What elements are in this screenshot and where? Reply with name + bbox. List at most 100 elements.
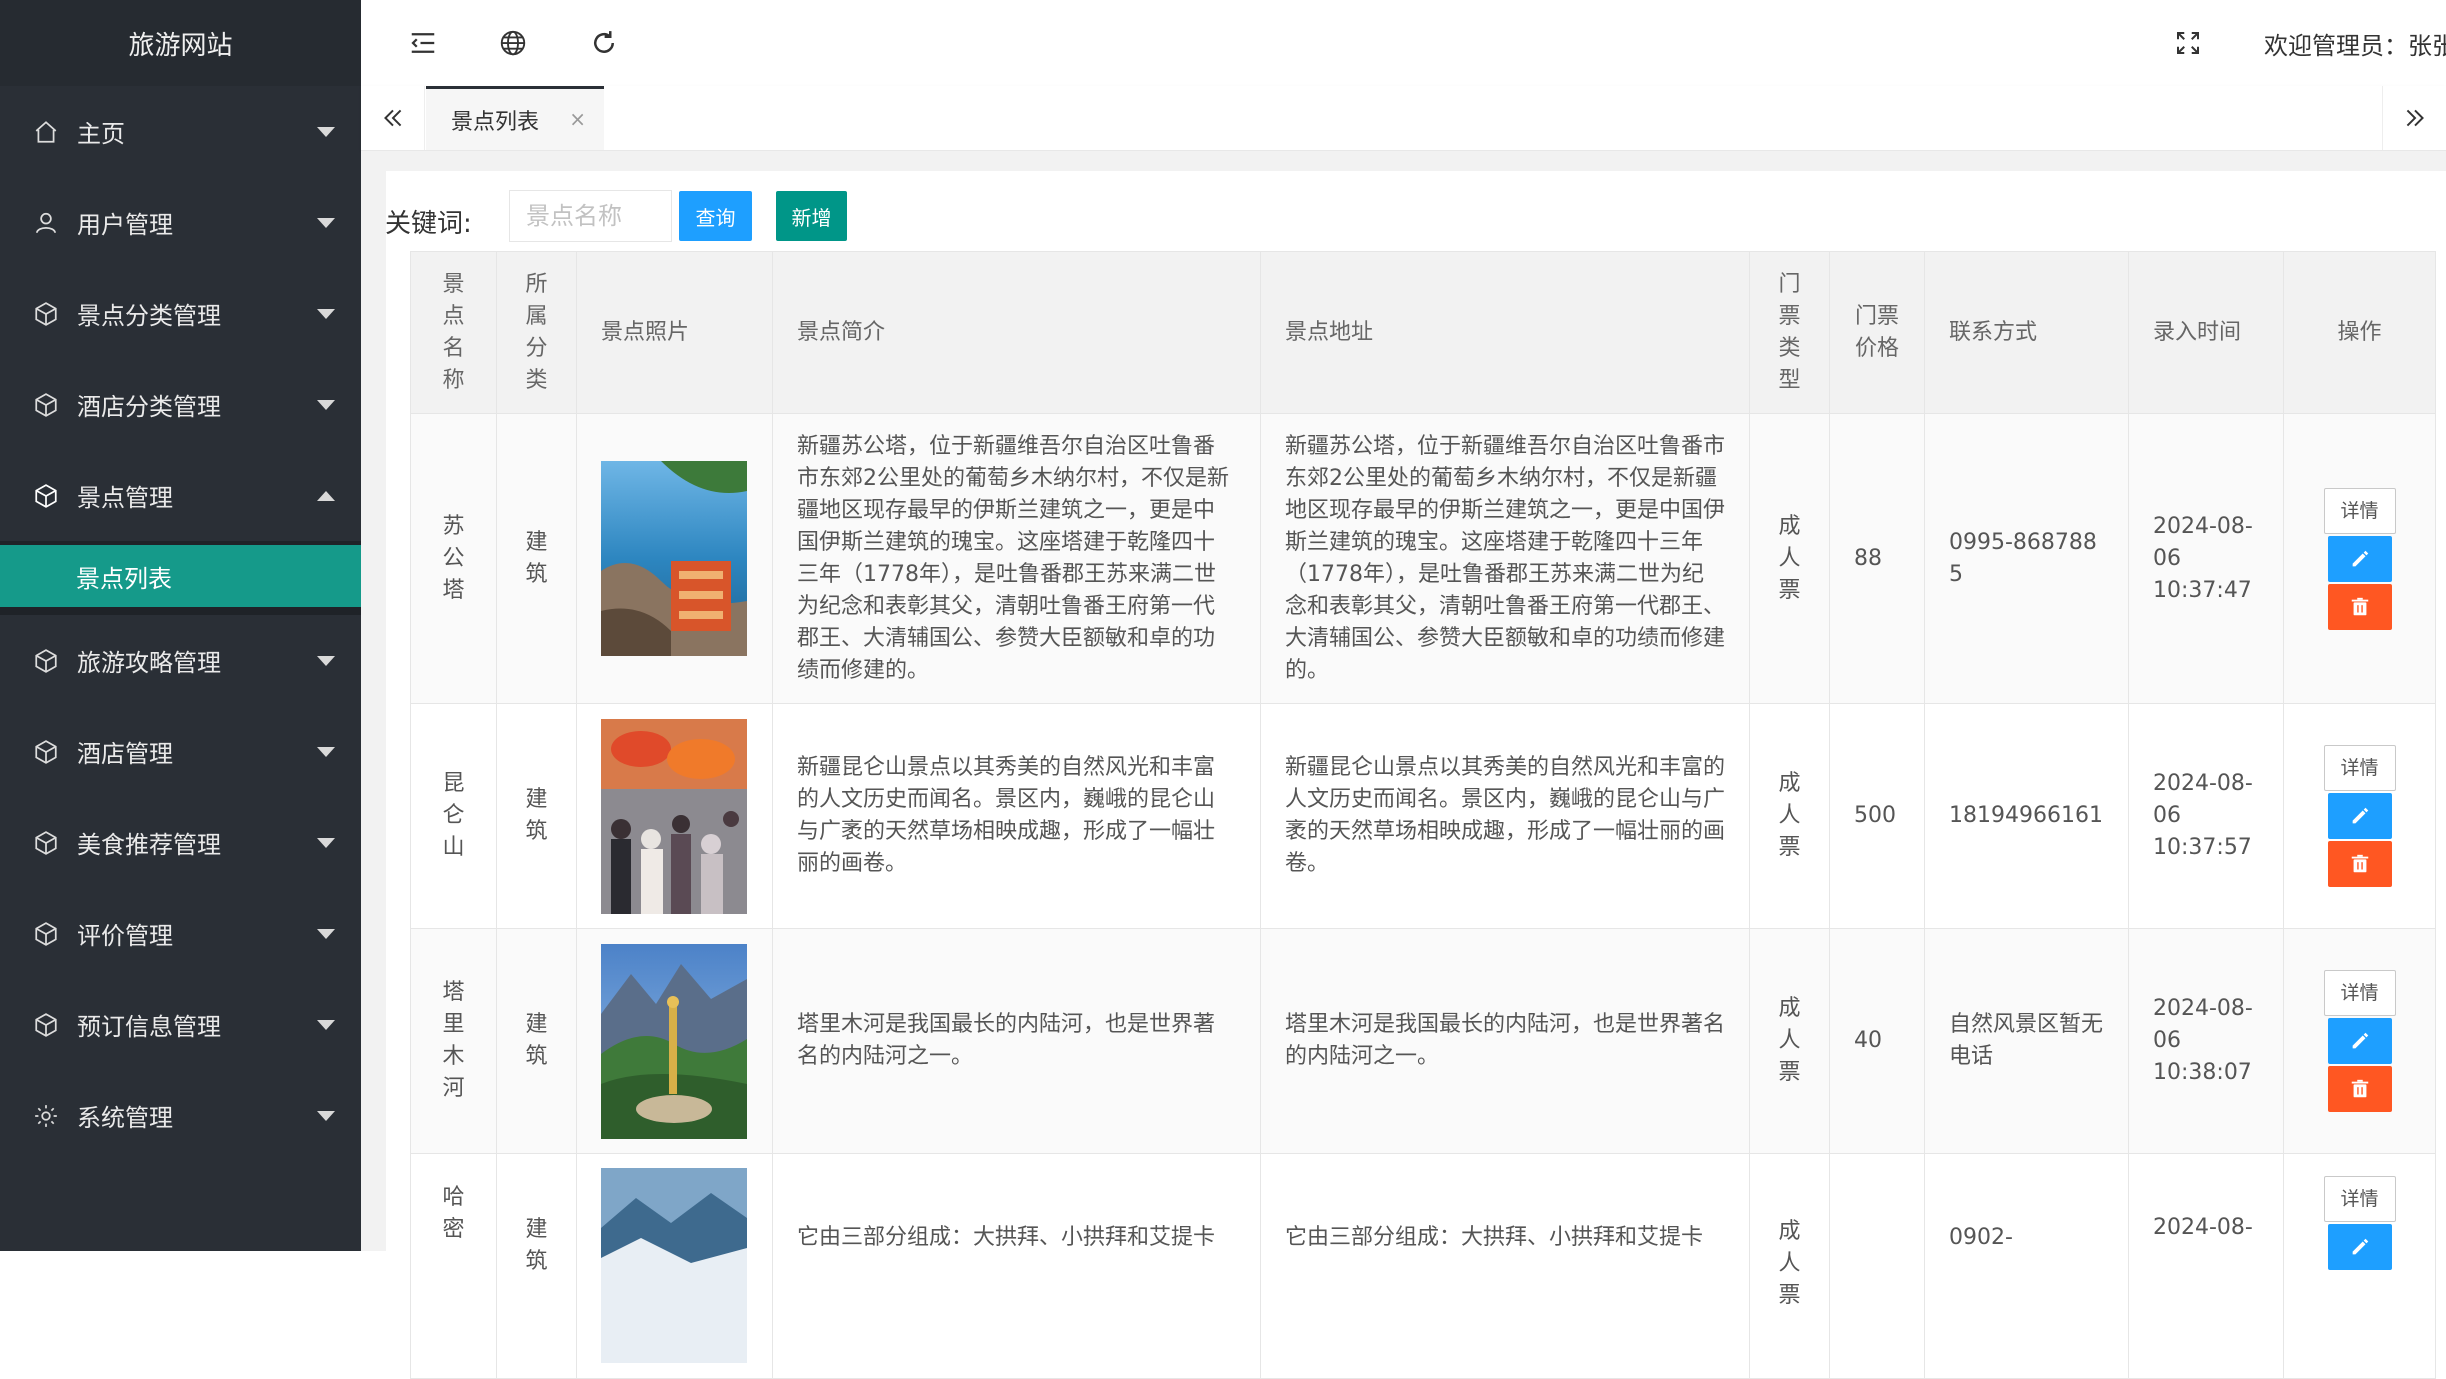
edit-button[interactable]: [2327, 793, 2392, 839]
cell-contact: 自然风景区暂无电话: [1924, 928, 2129, 1154]
cell-time: 2024-08-06 10:38:07: [2128, 928, 2284, 1154]
sidebar-item-travel-guides[interactable]: 旅游攻略管理: [0, 615, 361, 706]
chevron-down-icon: [317, 837, 335, 848]
gear-icon: [33, 1103, 59, 1129]
detail-button[interactable]: 详情: [2323, 745, 2396, 791]
detail-button[interactable]: 详情: [2323, 487, 2396, 534]
pencil-icon: [2352, 1032, 2368, 1049]
tab-spot-list[interactable]: 景点列表 ×: [426, 86, 604, 150]
cell-time: 2024-08-06 10:37:47: [2128, 413, 2284, 704]
cell-ticket-type: 成人票: [1749, 413, 1830, 704]
cell-actions: 详情: [2283, 1153, 2436, 1379]
sidebar-item-food[interactable]: 美食推荐管理: [0, 797, 361, 888]
cell-name: 塔里木河: [410, 928, 497, 1154]
query-button[interactable]: 查询: [679, 191, 752, 241]
cell-actions: 详情: [2283, 703, 2436, 929]
app-logo-title: 旅游网站: [0, 0, 361, 86]
sidebar-item-bookings[interactable]: 预订信息管理: [0, 979, 361, 1070]
menu-toggle-icon[interactable]: [407, 27, 439, 59]
spot-photo[interactable]: [601, 1168, 747, 1363]
sidebar-item-system[interactable]: 系统管理: [0, 1070, 361, 1161]
cell-actions: 详情: [2283, 413, 2436, 704]
cube-icon: [33, 483, 59, 509]
cell-photo: [576, 413, 773, 704]
detail-button[interactable]: 详情: [2323, 1176, 2396, 1222]
cell-name: 苏公塔: [410, 413, 497, 704]
column-header: 联系方式: [1924, 251, 2129, 414]
cell-name: 哈密: [410, 1153, 497, 1379]
chevron-up-icon: [317, 490, 335, 501]
cell-category: 建筑: [496, 703, 577, 929]
chevron-down-icon: [317, 655, 335, 666]
globe-icon[interactable]: [497, 27, 529, 59]
sidebar-item-label: 系统管理: [77, 1104, 173, 1132]
user-icon: [33, 210, 59, 236]
refresh-icon[interactable]: [588, 27, 620, 59]
column-header: 门票类型: [1749, 251, 1830, 414]
cell-address: 新疆昆仑山景点以其秀美的自然风光和丰富的人文历史而闻名。景区内，巍峨的昆仑山与广…: [1260, 703, 1750, 929]
spot-photo[interactable]: [601, 943, 747, 1139]
cell-intro: 塔里木河是我国最长的内陆河，也是世界著名的内陆河之一。: [772, 928, 1261, 1154]
cube-icon: [33, 921, 59, 947]
sidebar-item-label: 美食推荐管理: [77, 831, 221, 859]
sidebar-item-hotel-category[interactable]: 酒店分类管理: [0, 359, 361, 450]
chevron-down-icon: [317, 399, 335, 410]
home-icon: [33, 119, 59, 145]
tab-bar: 景点列表 ×: [361, 86, 2446, 151]
close-icon[interactable]: ×: [569, 107, 586, 131]
cell-price: [1829, 1153, 1925, 1379]
chevron-down-icon: [317, 308, 335, 319]
spot-photo[interactable]: [601, 461, 747, 656]
sidebar-item-spot-category[interactable]: 景点分类管理: [0, 268, 361, 359]
cell-address: 新疆苏公塔，位于新疆维吾尔自治区吐鲁番市东郊2公里处的葡萄乡木纳尔村，不仅是新疆…: [1260, 413, 1750, 704]
cell-contact: 0995-8687885: [1924, 413, 2129, 704]
trash-icon: [2351, 597, 2368, 615]
cell-ticket-type: 成人票: [1749, 1153, 1830, 1379]
cell-address: 塔里木河是我国最长的内陆河，也是世界著名的内陆河之一。: [1260, 928, 1750, 1154]
sidebar: 旅游网站 主页 用户管理 景点分类管理 酒店分类管理 景点管理 景点列表 旅游攻…: [0, 0, 361, 1251]
column-header: 门票价格: [1829, 251, 1925, 414]
edit-button[interactable]: [2327, 1018, 2392, 1064]
cell-ticket-type: 成人票: [1749, 928, 1830, 1154]
cell-photo: [576, 1153, 773, 1379]
search-input[interactable]: [509, 190, 672, 242]
sidebar-item-home[interactable]: 主页: [0, 86, 361, 177]
sidebar-subitem-spot-list[interactable]: 景点列表: [0, 545, 361, 607]
delete-button[interactable]: [2327, 583, 2392, 630]
spot-photo[interactable]: [601, 718, 747, 914]
table-row: 昆仑山 建筑 新疆昆仑山景点以其秀美的自然风光和丰富的人文历史而闻名。景区内，巍…: [410, 703, 2436, 929]
cell-photo: [576, 928, 773, 1154]
sidebar-item-spots[interactable]: 景点管理: [0, 450, 361, 541]
cube-icon: [33, 301, 59, 327]
cell-intro: 新疆昆仑山景点以其秀美的自然风光和丰富的人文历史而闻名。景区内，巍峨的昆仑山与广…: [772, 703, 1261, 929]
chevron-down-icon: [317, 1110, 335, 1121]
sidebar-item-label: 用户管理: [77, 211, 173, 239]
column-header: 景点地址: [1260, 251, 1750, 414]
sidebar-item-hotels[interactable]: 酒店管理: [0, 706, 361, 797]
cell-time: 2024-08-06 10:37:57: [2128, 703, 2284, 929]
tab-scroll-left-icon[interactable]: [361, 86, 425, 150]
sidebar-item-reviews[interactable]: 评价管理: [0, 888, 361, 979]
delete-button[interactable]: [2327, 841, 2392, 887]
edit-button[interactable]: [2327, 535, 2392, 582]
cell-name: 昆仑山: [410, 703, 497, 929]
chevron-down-icon: [317, 1019, 335, 1030]
sidebar-item-label: 酒店分类管理: [77, 393, 221, 421]
detail-button[interactable]: 详情: [2323, 970, 2396, 1016]
add-button[interactable]: 新增: [776, 191, 847, 241]
edit-button[interactable]: [2327, 1224, 2392, 1270]
sidebar-item-users[interactable]: 用户管理: [0, 177, 361, 268]
table-row: 苏公塔 建筑 新疆苏公塔，位于新疆维吾尔自治区吐鲁番市东郊2公里处的葡萄乡木纳尔…: [410, 413, 2436, 704]
table-row: 哈密 建筑 它由三部分组成：大拱拜、小拱拜和艾提卡 它由三部分组成：大拱拜、小拱…: [410, 1153, 2436, 1379]
cell-actions: 详情: [2283, 928, 2436, 1154]
table-row: 塔里木河 建筑 塔里木河是我国最长的内陆河，也是世界著名的内陆河之一。 塔里木河…: [410, 928, 2436, 1154]
tab-scroll-right-icon[interactable]: [2382, 86, 2446, 150]
welcome-admin-text[interactable]: 欢迎管理员：张张: [2264, 26, 2446, 61]
delete-button[interactable]: [2327, 1066, 2392, 1112]
column-header: 景点简介: [772, 251, 1261, 414]
column-header: 景点照片: [576, 251, 773, 414]
sidebar-item-label: 主页: [77, 120, 125, 148]
fullscreen-icon[interactable]: [2172, 27, 2204, 59]
cell-intro: 新疆苏公塔，位于新疆维吾尔自治区吐鲁番市东郊2公里处的葡萄乡木纳尔村，不仅是新疆…: [772, 413, 1261, 704]
pencil-icon: [2352, 550, 2368, 566]
